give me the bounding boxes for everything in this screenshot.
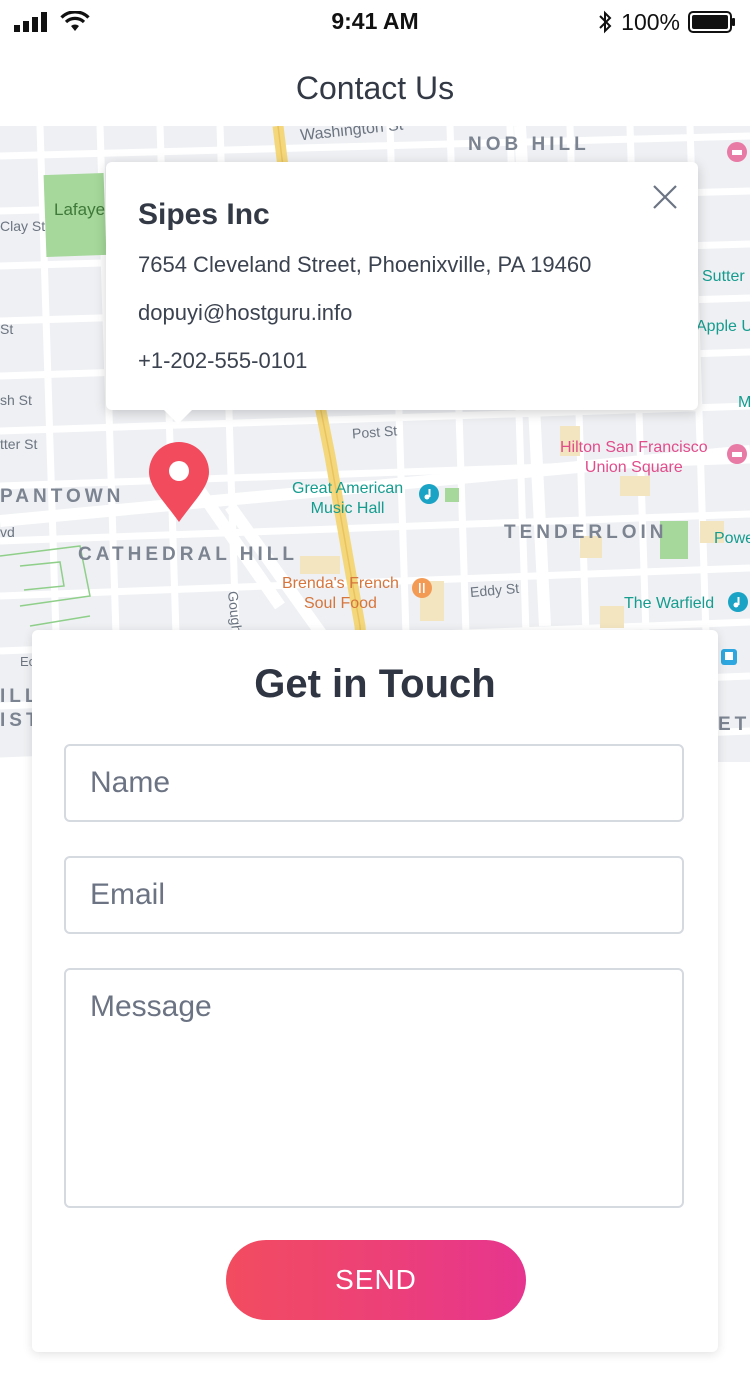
theater-icon [728,592,748,612]
company-name: Sipes Inc [138,198,270,231]
map-poi-warfield[interactable]: The Warfield [624,594,714,614]
transit-icon [721,649,737,665]
map-label-m: M [738,394,750,411]
company-phone[interactable]: +1-202-555-0101 [138,348,668,374]
map-district-tenderloin: TENDERLOIN [504,522,668,543]
company-address: 7654 Cleveland Street, Phoenixville, PA … [138,252,592,277]
map-label-vd: vd [0,524,15,540]
map-label-lafayette: Lafaye [54,200,106,219]
map-poi-hilton-line2: Union Square [584,459,683,476]
map-district-pantown: PANTOWN [0,486,125,507]
map-label-post: Post St [351,422,398,442]
send-button[interactable]: SEND [226,1240,526,1320]
name-input[interactable] [64,744,684,822]
map-poi-hilton[interactable]: Hilton San Francisco Union Square [560,438,708,478]
close-icon [653,185,677,209]
map-label-apple: Apple U [696,318,750,335]
map-label-st: St [0,321,14,337]
map-label-sh-st: sh St [0,392,32,408]
hotel-icon-top [727,142,747,162]
contact-form-card: Get in Touch SEND [32,630,718,1352]
location-info-card: Sipes Inc 7654 Cleveland Street, Phoenix… [106,162,698,424]
message-input[interactable] [64,968,684,1208]
map-district-nob-hill: NOB HILL [468,134,590,155]
page-title: Contact Us [295,69,455,106]
map-label-powe: Powe [714,530,750,547]
status-time: 9:41 AM [331,8,419,34]
map-poi-brendas-line2: Soul Food [303,595,377,612]
form-title: Get in Touch [254,662,496,706]
restaurant-icon [412,578,432,598]
map-poi-music-hall[interactable]: Great American Music Hall [292,479,403,519]
company-email[interactable]: dopuyi@hostguru.info [138,300,668,326]
map-district-cathedral-hill: CATHEDRAL HILL [78,544,298,565]
map-district-et: ET [718,714,750,735]
map-label-sutter: Sutter [702,268,745,285]
email-input[interactable] [64,856,684,934]
map-poi-hilton-line1: Hilton San Francisco [560,439,708,456]
status-bar: 9:41 AM 100% [0,0,750,44]
map-pin-icon[interactable] [148,441,210,523]
music-venue-icon [419,484,439,504]
map-label-tter-st: tter St [0,436,38,452]
map-poi-music-line1: Great American [292,480,404,497]
map-poi-brendas[interactable]: Brenda's French Soul Food [282,574,399,614]
hotel-icon [727,444,747,464]
map-poi-music-line2: Music Hall [310,500,385,517]
map-poi-brendas-line1: Brenda's French [282,575,399,592]
map-label-clay: Clay St [0,218,46,234]
close-info-button[interactable] [650,182,680,212]
